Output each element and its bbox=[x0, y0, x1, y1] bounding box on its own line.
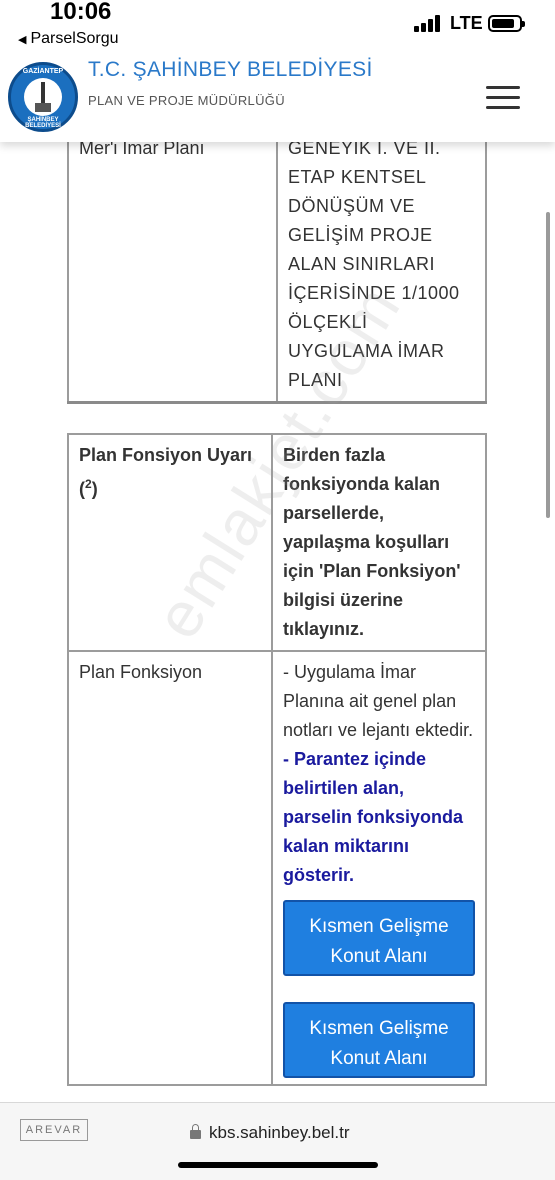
back-arrow-icon: ◀ bbox=[18, 34, 27, 46]
logo-bottom-text: ŞAHİNBEY BELEDİYESİ bbox=[25, 117, 61, 129]
arevar-logo: AREVAR bbox=[20, 1119, 88, 1141]
plan-function-table: Plan Fonsiyon Uyarı (2) Birden fazla fon… bbox=[67, 433, 487, 1086]
back-to-app-link[interactable]: ◀ ParselSorgu bbox=[18, 30, 119, 48]
network-type: LTE bbox=[450, 13, 483, 33]
home-indicator[interactable] bbox=[178, 1162, 378, 1168]
back-app-label: ParselSorgu bbox=[30, 30, 119, 47]
warning-text: Birden fazla fonksiyonda kalan parseller… bbox=[271, 433, 487, 652]
lock-icon bbox=[190, 1124, 201, 1139]
logo-top-text: GAZİANTEP bbox=[22, 68, 64, 75]
municipality-logo[interactable]: GAZİANTEP ŞAHİNBEY BELEDİYESİ bbox=[8, 62, 78, 132]
main-content[interactable]: Mer'i İmar Planı GENEYİK I. VE II. ETAP … bbox=[0, 142, 555, 1102]
warning-label: Plan Fonsiyon Uyarı (2) bbox=[67, 433, 273, 652]
site-subtitle: PLAN VE PROJE MÜDÜRLÜĞÜ bbox=[88, 93, 285, 108]
signal-icon bbox=[414, 14, 444, 32]
table-row: Plan Fonsiyon Uyarı (2) Birden fazla fon… bbox=[67, 433, 487, 652]
area-note-text: - Parantez içinde belirtilen alan, parse… bbox=[283, 749, 464, 885]
status-bar: 10:06 ◀ ParselSorgu LTE bbox=[0, 0, 555, 50]
scrollbar[interactable] bbox=[546, 212, 550, 518]
battery-icon bbox=[488, 15, 525, 32]
status-time: 10:06 bbox=[50, 0, 112, 25]
plan-notes-text: - Uygulama İmar Planına ait genel plan n… bbox=[283, 662, 474, 740]
plan-function-button-2[interactable]: Kısmen Gelişme Konut Alanı bbox=[283, 1002, 475, 1078]
row-label: Plan Fonksiyon bbox=[67, 650, 273, 1086]
row-label: Mer'i İmar Planı bbox=[67, 142, 278, 404]
plan-function-button[interactable]: Kısmen Gelişme Konut Alanı bbox=[283, 900, 475, 976]
browser-bottom-bar: AREVAR kbs.sahinbey.bel.tr bbox=[0, 1102, 555, 1180]
row-value: GENEYİK I. VE II. ETAP KENTSEL DÖNÜŞÜM V… bbox=[276, 142, 487, 404]
table-row: Plan Fonksiyon - Uygulama İmar Planına a… bbox=[67, 650, 487, 1086]
plan-info-table: Mer'i İmar Planı GENEYİK I. VE II. ETAP … bbox=[67, 142, 487, 404]
site-title[interactable]: T.C. ŞAHİNBEY BELEDİYESİ bbox=[88, 58, 373, 82]
table-row: Mer'i İmar Planı GENEYİK I. VE II. ETAP … bbox=[67, 142, 487, 404]
plan-function-cell: - Uygulama İmar Planına ait genel plan n… bbox=[271, 650, 487, 1086]
url-text: kbs.sahinbey.bel.tr bbox=[209, 1123, 350, 1142]
menu-icon[interactable] bbox=[486, 86, 520, 110]
address-bar[interactable]: kbs.sahinbey.bel.tr bbox=[190, 1123, 349, 1143]
site-header: GAZİANTEP ŞAHİNBEY BELEDİYESİ T.C. ŞAHİN… bbox=[0, 50, 555, 142]
